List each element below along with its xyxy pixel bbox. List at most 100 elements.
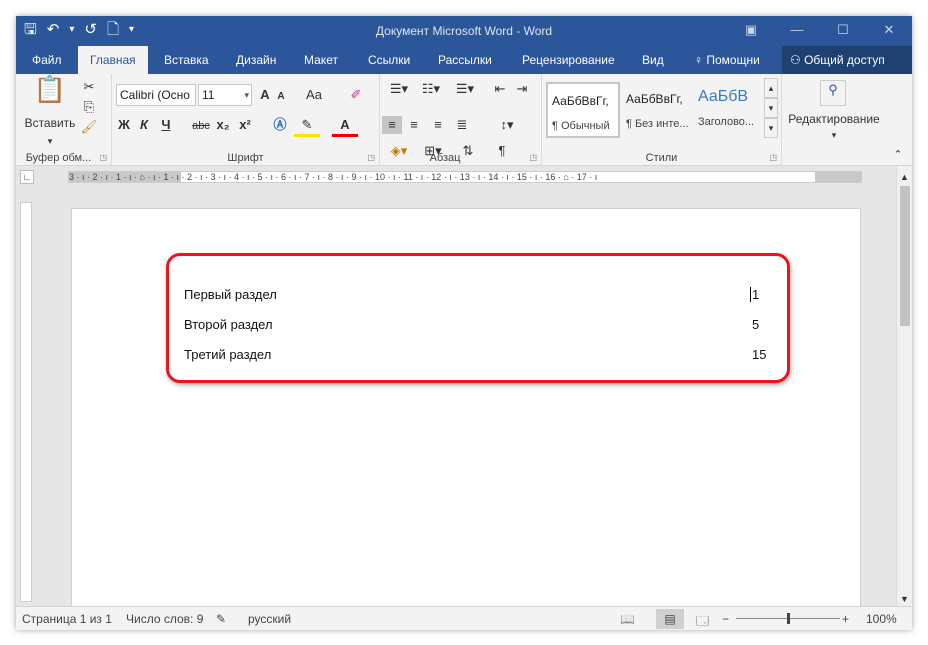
paste-button[interactable]: Вставить xyxy=(20,114,80,132)
bullets-icon[interactable]: ☰▾ xyxy=(384,80,414,98)
grow-font-button[interactable]: A xyxy=(258,86,272,104)
tab-file[interactable]: Файл xyxy=(30,46,64,74)
maximize-icon[interactable]: ☐ xyxy=(820,16,866,46)
page-count[interactable]: Страница 1 из 1 xyxy=(22,612,112,626)
tab-home[interactable]: Главная xyxy=(78,46,148,74)
style-normal[interactable]: АаБбВвГг, ¶ Обычный xyxy=(546,82,620,138)
web-layout-icon[interactable]: 🗔 xyxy=(696,612,709,630)
tab-mailings[interactable]: Рассылки xyxy=(436,46,494,74)
print-layout-icon[interactable]: ▤ xyxy=(656,609,684,629)
paste-icon[interactable]: 📋 xyxy=(30,76,70,102)
ribbon-options-icon[interactable]: ▣ xyxy=(728,16,774,46)
underline-button[interactable]: Ч xyxy=(158,116,174,134)
zoom-slider-knob[interactable] xyxy=(787,613,790,624)
vertical-scrollbar[interactable]: ▲ ▼ xyxy=(896,166,912,606)
styles-group: АаБбВвГг, ¶ Обычный АаБбВвГг, ¶ Без инте… xyxy=(542,74,782,166)
align-right-icon[interactable]: ≡ xyxy=(428,116,448,134)
share-label: Общий доступ xyxy=(804,53,885,67)
read-mode-icon[interactable]: 📖 xyxy=(620,612,635,626)
tab-references[interactable]: Ссылки xyxy=(366,46,412,74)
red-highlight-frame xyxy=(166,253,790,383)
collapse-ribbon-icon[interactable]: ⌃ xyxy=(890,146,906,164)
share-button[interactable]: ⚇ Общий доступ xyxy=(782,46,912,74)
word-count[interactable]: Число слов: 9 xyxy=(126,612,203,626)
tab-layout[interactable]: Макет xyxy=(302,46,340,74)
paragraph-launcher-icon[interactable]: ◳ xyxy=(529,153,537,162)
style-heading-preview: АаБбВ xyxy=(698,88,749,105)
ribbon: 📋 Вставить ▾ ✂ ⎘ 🖌 Буфер обм... ◳ Calibr… xyxy=(16,74,912,166)
title-bar: 🖫 ↶ ▾ ↺ 🗋 ▾ Документ Microsoft Word - Wo… xyxy=(16,16,912,46)
horizontal-ruler[interactable]: 3 · ı · 2 · ı · 1 · ı · ⌂ · ı · 1 · ı · … xyxy=(68,171,862,183)
change-case-button[interactable]: Aa xyxy=(304,86,324,104)
style-heading-name: Заголово... xyxy=(698,116,755,128)
superscript-button[interactable]: x² xyxy=(236,116,254,134)
tell-me-label: Помощни xyxy=(706,53,760,67)
language[interactable]: русский xyxy=(248,612,291,626)
copy-icon[interactable]: ⎘ xyxy=(80,98,98,116)
ruler-row: ∟ 3 · ı · 2 · ı · 1 · ı · ⌂ · ı · 1 · ı … xyxy=(16,166,912,188)
clipboard-launcher-icon[interactable]: ◳ xyxy=(99,153,107,162)
scroll-thumb[interactable] xyxy=(900,186,910,326)
tab-insert[interactable]: Вставка xyxy=(162,46,211,74)
scroll-up-icon[interactable]: ▲ xyxy=(897,168,912,186)
zoom-level[interactable]: 100% xyxy=(866,612,897,626)
minimize-icon[interactable]: — xyxy=(774,16,820,46)
format-painter-icon[interactable]: 🖌 xyxy=(80,118,98,136)
highlight-color-icon[interactable]: ✎ xyxy=(294,116,320,137)
line-spacing-icon[interactable]: ↕▾ xyxy=(492,116,522,134)
font-group-label: Шрифт xyxy=(227,152,264,164)
styles-scroll-down-icon[interactable]: ▾ xyxy=(764,98,778,118)
font-group: Calibri (Осно 11 ▾ A A Aa ✐ Ж К Ч abc x₂ … xyxy=(112,74,380,166)
text-effects-icon[interactable]: Ⓐ xyxy=(270,116,290,134)
paragraph-group-label: Абзац xyxy=(429,152,461,164)
cut-icon[interactable]: ✂ xyxy=(80,78,98,96)
person-icon: ⚇ xyxy=(790,53,805,67)
vertical-ruler[interactable] xyxy=(20,202,32,602)
document-area: Первый раздел 1 Второй раздел 5 Третий р… xyxy=(16,188,896,628)
font-size-value: 11 xyxy=(202,88,215,102)
font-size-dropdown-icon[interactable]: ▾ xyxy=(244,85,249,105)
font-launcher-icon[interactable]: ◳ xyxy=(367,153,375,162)
clear-formatting-icon[interactable]: ✐ xyxy=(348,86,364,104)
increase-indent-icon[interactable]: ⇥ xyxy=(512,80,532,98)
styles-more-icon[interactable]: ▾ xyxy=(764,118,778,138)
font-name-value: Calibri (Осно xyxy=(120,88,190,102)
tab-view[interactable]: Вид xyxy=(640,46,666,74)
align-center-icon[interactable]: ≡ xyxy=(404,116,424,134)
close-icon[interactable]: ✕ xyxy=(866,16,912,46)
status-bar: Страница 1 из 1 Число слов: 9 ✎ русский … xyxy=(16,606,912,630)
tab-review[interactable]: Рецензирование xyxy=(520,46,617,74)
numbering-icon[interactable]: ☷▾ xyxy=(416,80,446,98)
lightbulb-icon: ♀ xyxy=(694,53,707,67)
clipboard-group: 📋 Вставить ▾ ✂ ⎘ 🖌 Буфер обм... ◳ xyxy=(16,74,112,166)
style-heading[interactable]: АаБбВ Заголово... xyxy=(694,82,768,138)
clipboard-group-label: Буфер обм... xyxy=(25,152,92,164)
zoom-out-icon[interactable]: − xyxy=(722,612,729,626)
styles-scroll-up-icon[interactable]: ▴ xyxy=(764,78,778,98)
italic-button[interactable]: К xyxy=(136,116,152,134)
proofing-icon[interactable]: ✎ xyxy=(216,612,226,626)
style-normal-preview: АаБбВвГг, xyxy=(552,94,609,108)
justify-icon[interactable]: ≣ xyxy=(452,116,472,134)
subscript-button[interactable]: x₂ xyxy=(214,116,232,134)
font-size-combo[interactable]: 11 ▾ xyxy=(198,84,252,106)
strikethrough-button[interactable]: abc xyxy=(190,117,212,135)
shrink-font-button[interactable]: A xyxy=(274,88,288,106)
find-icon[interactable]: ⚲ xyxy=(820,80,846,106)
decrease-indent-icon[interactable]: ⇤ xyxy=(490,80,510,98)
style-no-spacing-name: ¶ Без инте... xyxy=(626,118,689,130)
font-color-icon[interactable]: A xyxy=(332,116,358,137)
tab-selector-icon[interactable]: ∟ xyxy=(20,170,34,184)
align-left-icon[interactable]: ≡ xyxy=(382,116,402,134)
zoom-in-icon[interactable]: + xyxy=(842,612,849,626)
style-no-spacing[interactable]: АаБбВвГг, ¶ Без инте... xyxy=(622,82,696,138)
tell-me-box[interactable]: ♀ Помощни xyxy=(692,46,762,74)
tab-design[interactable]: Дизайн xyxy=(234,46,278,74)
font-name-combo[interactable]: Calibri (Осно xyxy=(116,84,196,106)
paste-dropdown-icon[interactable]: ▾ xyxy=(20,132,80,150)
bold-button[interactable]: Ж xyxy=(116,116,132,134)
editing-dropdown-icon[interactable]: ▾ xyxy=(782,126,886,144)
styles-launcher-icon[interactable]: ◳ xyxy=(769,153,777,162)
multilevel-list-icon[interactable]: ☰▾ xyxy=(450,80,480,98)
styles-group-label: Стили xyxy=(645,152,678,164)
